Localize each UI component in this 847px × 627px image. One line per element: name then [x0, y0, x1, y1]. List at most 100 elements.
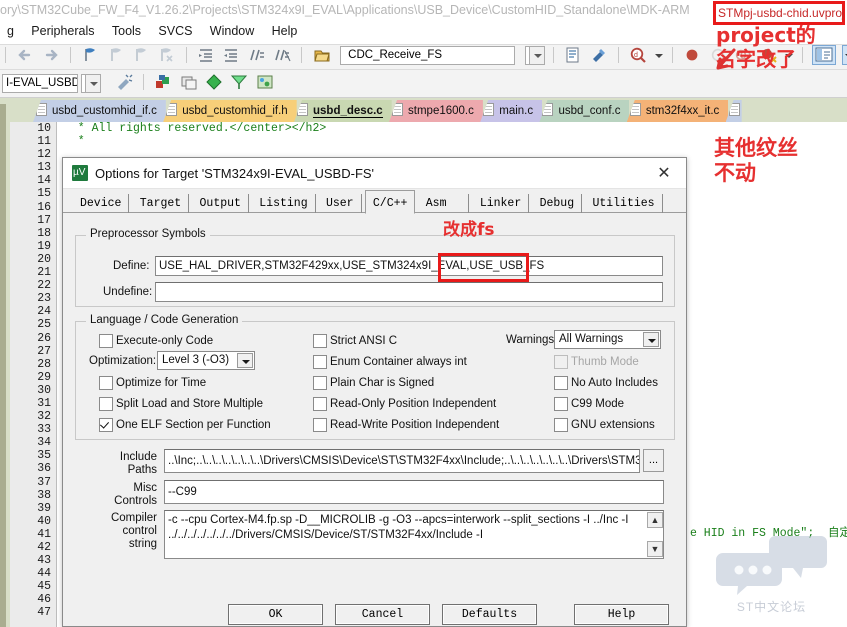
checkbox-no-auto-includes[interactable]: No Auto Includes [554, 376, 658, 390]
function-navigator-dropdown[interactable] [524, 45, 545, 65]
file-icon [166, 103, 178, 116]
bookmark-clear-icon[interactable] [156, 45, 176, 65]
indent-increase-icon[interactable] [196, 45, 216, 65]
tab-asm[interactable]: Asm [419, 194, 470, 213]
tab-target[interactable]: Target [133, 194, 190, 213]
rebuild-all-icon[interactable] [179, 72, 199, 92]
compiler-string-scroll-down[interactable]: ▼ [647, 541, 663, 557]
checkbox-plain-char-signed[interactable]: Plain Char is Signed [313, 376, 434, 390]
manage-windows-dropdown-icon[interactable] [841, 45, 847, 65]
watermark-label: ST中文论坛 [736, 600, 807, 614]
file-tab-label: usbd_desc.c [313, 105, 383, 118]
compiler-control-string[interactable]: -c --cpu Cortex-M4.fp.sp -D__MICROLIB -g… [164, 510, 664, 559]
checkbox-label: Execute-only Code [116, 335, 214, 347]
checkbox-gnu-extensions[interactable]: GNU extensions [554, 418, 655, 432]
build-target-icon[interactable] [153, 72, 173, 92]
checkbox-execute-only-code[interactable]: Execute-only Code [99, 334, 213, 348]
menu-item-svcs[interactable]: SVCS [151, 20, 199, 42]
include-paths-browse-button[interactable]: ... [643, 449, 664, 472]
navigate-back-icon[interactable] [15, 45, 35, 65]
checkbox-read-write-position-independent[interactable]: Read-Write Position Independent [313, 418, 499, 432]
checkbox-one-elf-section[interactable]: One ELF Section per Function [99, 418, 271, 432]
compiler-string-scroll-up[interactable]: ▲ [647, 512, 663, 528]
tab-device[interactable]: Device [73, 194, 130, 213]
find-in-files-icon[interactable]: d [628, 45, 648, 65]
define-label: Define: [113, 260, 150, 272]
optimization-select[interactable]: Level 3 (-O3) [157, 351, 255, 370]
misc-controls-input[interactable]: --C99 [164, 480, 664, 504]
target-select-dropdown[interactable] [81, 74, 102, 93]
checkbox-enum-container-int[interactable]: Enum Container always int [313, 355, 467, 369]
function-navigator-combo[interactable]: CDC_Receive_FS [340, 45, 516, 65]
close-icon[interactable]: ✕ [642, 158, 686, 189]
file-tab[interactable]: usbd_customhid_if.h [163, 100, 297, 122]
tab-linker[interactable]: Linker [473, 194, 530, 213]
toolbar-separator [70, 47, 72, 63]
open-folder-icon[interactable] [312, 45, 332, 65]
optimization-value: Level 3 (-O3) [162, 354, 230, 366]
insert-breakpoint-icon[interactable] [682, 45, 702, 65]
target-select-combo[interactable]: I-EVAL_USBD-F [2, 74, 78, 93]
checkbox-optimize-for-time[interactable]: Optimize for Time [99, 376, 206, 390]
compiler-control-label: Compiler control string [110, 512, 157, 550]
menu-item-window[interactable]: Window [203, 20, 261, 42]
chevron-down-icon[interactable] [237, 353, 253, 368]
defaults-button[interactable]: Defaults [442, 604, 537, 625]
checkbox-read-only-position-independent[interactable]: Read-Only Position Independent [313, 397, 496, 411]
configure-icon[interactable] [589, 45, 609, 65]
bookmark-toggle-icon[interactable] [80, 45, 100, 65]
file-tab[interactable]: stm32f4xx_it.c [626, 100, 729, 122]
navigate-forward-icon[interactable] [41, 45, 61, 65]
batch-build-icon[interactable] [204, 72, 224, 92]
warnings-select[interactable]: All Warnings [554, 330, 661, 349]
checkbox-label: Read-Write Position Independent [330, 419, 500, 431]
file-tab-active[interactable]: usbd_desc.c [294, 100, 392, 122]
chevron-down-icon[interactable] [528, 46, 544, 64]
file-tab[interactable]: main.c [480, 100, 543, 122]
indent-decrease-icon[interactable] [221, 45, 241, 65]
menu-item-g[interactable]: g [0, 20, 21, 42]
comment-lines-icon[interactable] [247, 45, 267, 65]
define-input[interactable]: USE_HAL_DRIVER,STM32F429xx,USE_STM324x9I… [155, 256, 663, 276]
checkbox-strict-ansi-c[interactable]: Strict ANSI C [313, 334, 397, 348]
manage-windows-icon[interactable] [812, 45, 837, 65]
file-icon [483, 103, 495, 116]
undefine-input[interactable] [155, 282, 663, 302]
download-icon[interactable] [229, 72, 249, 92]
tab-output[interactable]: Output [193, 194, 249, 213]
paths-section: Include Paths ..\Inc;..\..\..\..\..\..\..… [75, 449, 675, 601]
options-dialog[interactable]: Options for Target 'STM324x9I-EVAL_USBD-… [62, 157, 687, 627]
chevron-down-icon[interactable] [643, 332, 659, 347]
cancel-button[interactable]: Cancel [335, 604, 430, 625]
undefine-label: Undefine: [103, 286, 153, 298]
tab-user[interactable]: User [319, 194, 362, 213]
tab-c-cpp[interactable]: C/C++ [364, 190, 416, 214]
chevron-down-icon[interactable] [85, 75, 101, 92]
tab-utilities[interactable]: Utilities [585, 194, 663, 213]
tab-debug[interactable]: Debug [533, 194, 583, 213]
uncomment-lines-icon[interactable] [272, 45, 292, 65]
help-button[interactable]: Help [574, 604, 669, 625]
menu-item-help[interactable]: Help [265, 20, 305, 42]
checkbox-label: Enum Container always int [330, 356, 467, 368]
file-tab[interactable]: usbd_customhid_if.c [33, 100, 166, 122]
bookmark-prev-icon[interactable] [106, 45, 126, 65]
ide-window: ory\STM32Cube_FW_F4_V1.26.2\Projects\STM… [0, 0, 847, 627]
find-dropdown-icon[interactable] [654, 45, 663, 65]
manage-components-icon[interactable] [255, 72, 275, 92]
menu-item-peripherals[interactable]: Peripherals [24, 20, 101, 42]
annotation-define-note: 改成fs [443, 220, 495, 240]
menu-item-tools[interactable]: Tools [105, 20, 148, 42]
build-output-icon[interactable] [563, 45, 583, 65]
checkbox-split-load-store[interactable]: Split Load and Store Multiple [99, 397, 263, 411]
ok-button[interactable]: OK [228, 604, 323, 625]
target-options-wizard-icon[interactable] [114, 72, 134, 92]
dialog-title-bar: Options for Target 'STM324x9I-EVAL_USBD-… [63, 158, 686, 189]
dialog-title: Options for Target 'STM324x9I-EVAL_USBD-… [95, 166, 375, 181]
file-tab[interactable]: usbd_conf.c [539, 100, 630, 122]
bookmark-next-icon[interactable] [131, 45, 151, 65]
file-tab[interactable]: stmpe1600.c [389, 100, 483, 122]
include-paths-input[interactable]: ..\Inc;..\..\..\..\..\..\..\Drivers\CMSI… [164, 449, 640, 473]
tab-listing[interactable]: Listing [252, 194, 316, 213]
checkbox-c99-mode[interactable]: C99 Mode [554, 397, 624, 411]
